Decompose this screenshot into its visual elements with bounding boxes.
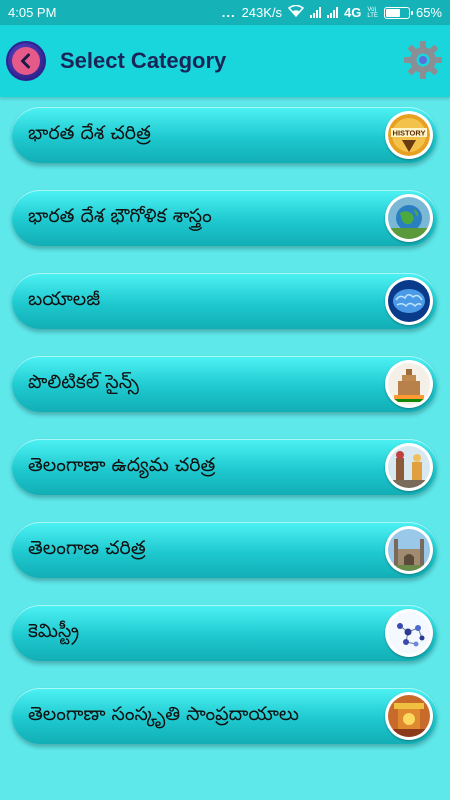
category-item-telangana-culture[interactable]: తెలంగాణా సంస్కృతి సాంప్రదాయాలు [12,688,437,744]
category-item-political-science[interactable]: పొలిటికల్ సైన్స్ [12,356,437,412]
signal-icon-2 [327,7,339,18]
category-label: కెమిస్ట్రీ [28,619,80,642]
back-arrow-icon [12,47,40,75]
brain-icon [385,277,433,325]
category-label: బయాలజీ [28,287,101,310]
settings-button[interactable] [402,39,444,81]
category-item-indian-geography[interactable]: భారత దేశ భౌగోళిక శాస్త్రం [12,190,437,246]
app-header: Select Category [0,25,450,97]
network-speed: 243K/s [241,5,283,20]
category-label: తెలంగాణా ఉద్యమ చరిత్ర [28,453,216,476]
culture-icon [385,692,433,740]
page-title: Select Category [60,48,227,73]
network-type: 4G [344,5,362,20]
history-icon: HISTORY [385,111,433,159]
status-icons: ... 243K/s 4G Vo) LTE 65% [221,4,442,20]
molecule-icon [385,609,433,657]
category-label: తెలంగాణా సంస్కృతి సాంప్రదాయాలు [28,702,299,725]
wifi-icon [287,4,305,20]
back-button[interactable] [6,41,46,81]
category-item-indian-history[interactable]: భారత దేశ చరిత్ర HISTORY [12,107,437,163]
notification-dots: ... [221,5,236,20]
volte-icon: Vo) LTE [367,6,378,19]
status-time: 4:05 PM [8,5,57,20]
battery-icon [383,6,413,19]
gear-icon [404,41,442,79]
category-label: పొలిటికల్ సైన్స్ [28,370,139,393]
status-bar: 4:05 PM ... 243K/s 4G Vo) LTE 65% [0,0,450,25]
category-item-chemistry[interactable]: కెమిస్ట్రీ [12,605,437,661]
category-item-telangana-history[interactable]: తెలంగాణ చరిత్ర [12,522,437,578]
category-item-biology[interactable]: బయాలజీ [12,273,437,329]
battery-percent: 65% [415,5,442,20]
parliament-icon [385,360,433,408]
svg-text:HISTORY: HISTORY [393,129,426,138]
statue-icon [385,443,433,491]
globe-icon [385,194,433,242]
category-label: భారత దేశ చరిత్ర [28,121,151,144]
category-label: భారత దేశ భౌగోళిక శాస్త్రం [28,204,212,227]
charminar-icon [385,526,433,574]
signal-icon [310,7,322,18]
category-item-telangana-movement-history[interactable]: తెలంగాణా ఉద్యమ చరిత్ర [12,439,437,495]
category-label: తెలంగాణ చరిత్ర [28,536,146,559]
